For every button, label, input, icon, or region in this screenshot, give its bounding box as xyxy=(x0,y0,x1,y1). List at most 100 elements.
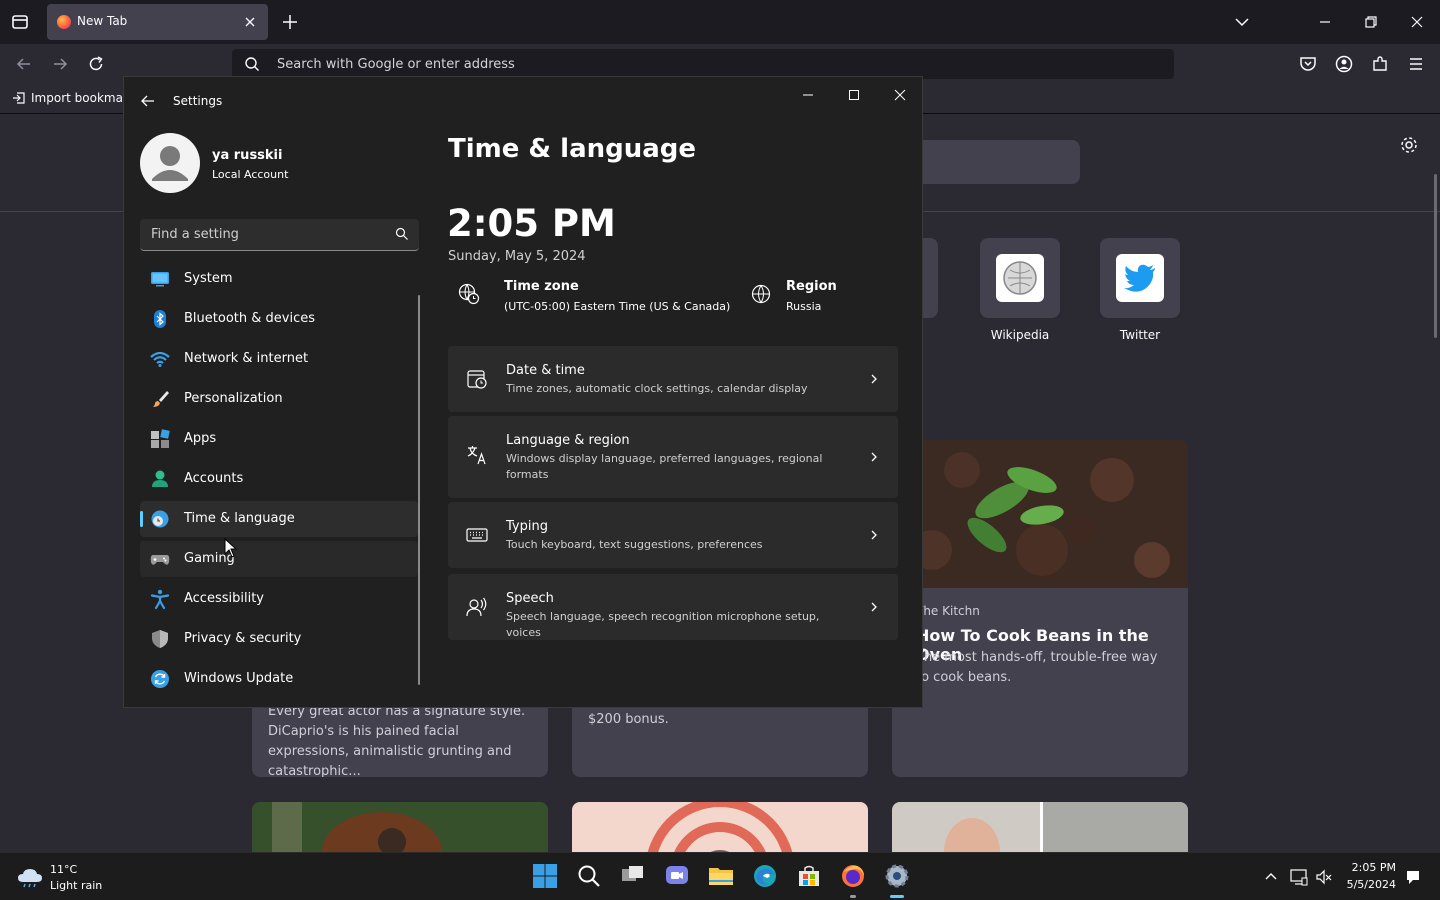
chat-icon[interactable] xyxy=(664,863,690,889)
extensions-icon[interactable] xyxy=(1370,54,1390,74)
story-card-orangutan[interactable] xyxy=(252,802,548,852)
weather-condition: Light rain xyxy=(50,879,103,892)
nav-item-accessibility[interactable]: Accessibility xyxy=(140,581,418,617)
browser-tab[interactable]: New Tab xyxy=(47,4,268,40)
nav-item-label: Time & language xyxy=(184,511,295,526)
find-setting-box[interactable] xyxy=(140,219,419,251)
shortcut-label: Twitter xyxy=(1119,328,1161,342)
gear-icon[interactable] xyxy=(1398,134,1420,156)
tab-list-chevron-icon[interactable] xyxy=(1230,10,1254,34)
ntp-search-box[interactable] xyxy=(900,140,1080,184)
time-zone-label: Time zone xyxy=(504,279,579,294)
region-value: Russia xyxy=(786,300,822,313)
notification-icon[interactable] xyxy=(1404,868,1422,886)
shield-icon xyxy=(152,630,168,648)
new-tab-icon[interactable] xyxy=(280,12,300,32)
forward-icon[interactable] xyxy=(50,54,70,74)
nav-item-bluetooth-devices[interactable]: Bluetooth & devices xyxy=(140,301,418,337)
close-icon[interactable] xyxy=(888,83,912,107)
taskbar-date[interactable]: 5/5/2024 xyxy=(1340,878,1396,891)
language-region-row[interactable]: Language & region Windows display langua… xyxy=(448,416,898,498)
user-profile[interactable]: ya russkii Local Account xyxy=(140,133,400,197)
story-source: The Kitchn xyxy=(916,604,980,618)
minimize-icon[interactable] xyxy=(1313,10,1337,34)
nav-item-apps[interactable]: Apps xyxy=(140,421,418,457)
network-icon[interactable] xyxy=(1290,868,1308,886)
settings-title-bar[interactable]: Settings xyxy=(124,77,922,125)
back-arrow-icon[interactable] xyxy=(138,91,158,111)
tab-title: New Tab xyxy=(77,14,128,28)
volume-muted-icon[interactable] xyxy=(1315,868,1333,886)
firefox-icon xyxy=(57,15,71,29)
settings-nav: System Bluetooth & devices Network & int… xyxy=(140,261,418,701)
task-view-icon[interactable] xyxy=(620,863,646,889)
nav-scrollbar[interactable] xyxy=(418,295,420,685)
tab-overview-icon[interactable] xyxy=(8,10,32,34)
time-zone-value: (UTC-05:00) Eastern Time (US & Canada) xyxy=(504,300,731,313)
person-icon xyxy=(152,146,188,181)
account-type: Local Account xyxy=(212,168,289,181)
browser-tab-bar: New Tab xyxy=(0,0,1440,44)
nav-item-time-language[interactable]: Time & language xyxy=(140,501,418,537)
globe-icon xyxy=(751,284,771,304)
nav-item-label: Accounts xyxy=(184,471,244,486)
find-setting-input[interactable] xyxy=(140,219,380,249)
nav-item-personalization[interactable]: Personalization xyxy=(140,381,418,417)
story-card-kitchn[interactable]: The Kitchn How To Cook Beans in the Oven… xyxy=(892,440,1188,777)
pocket-icon[interactable] xyxy=(1298,54,1318,74)
speech-icon xyxy=(466,597,487,617)
shortcut-twitter[interactable]: Twitter xyxy=(1100,238,1180,342)
import-icon xyxy=(13,92,25,104)
story-excerpt: Every great actor has a signature style.… xyxy=(268,704,526,777)
running-indicator xyxy=(850,895,856,898)
story-card-person[interactable] xyxy=(892,802,1188,852)
close-window-icon[interactable] xyxy=(1405,10,1429,34)
typing-row[interactable]: Typing Touch keyboard, text suggestions,… xyxy=(448,502,898,568)
rain-cloud-icon xyxy=(18,869,42,888)
shortcut-wikipedia[interactable]: Wikipedia xyxy=(980,238,1060,342)
region-label: Region xyxy=(786,279,837,294)
mouse-cursor-icon xyxy=(224,538,238,558)
nav-item-label: Privacy & security xyxy=(184,631,302,646)
file-explorer-icon[interactable] xyxy=(708,863,734,889)
nav-item-label: Accessibility xyxy=(184,591,264,606)
menu-icon[interactable] xyxy=(1406,54,1426,74)
date-time-row[interactable]: Date & time Time zones, automatic clock … xyxy=(448,346,898,412)
nav-item-system[interactable]: System xyxy=(140,261,418,297)
nav-item-gaming[interactable]: Gaming xyxy=(140,541,418,577)
speech-row[interactable]: Speech Speech language, speech recogniti… xyxy=(448,574,898,640)
accounts-icon xyxy=(152,470,168,487)
taskbar-time[interactable]: 2:05 PM xyxy=(1340,861,1396,874)
nav-item-accounts[interactable]: Accounts xyxy=(140,461,418,497)
firefox-icon[interactable] xyxy=(840,863,866,889)
search-icon[interactable] xyxy=(395,227,409,241)
nav-item-windows-update[interactable]: Windows Update xyxy=(140,661,418,697)
settings-gear-icon[interactable] xyxy=(884,863,910,889)
shortcut-tile xyxy=(980,238,1060,318)
account-icon[interactable] xyxy=(1334,54,1354,74)
minimize-icon[interactable] xyxy=(796,83,820,107)
reload-icon[interactable] xyxy=(86,54,106,74)
back-icon[interactable] xyxy=(14,54,34,74)
search-icon xyxy=(245,57,259,71)
restore-icon[interactable] xyxy=(1359,10,1383,34)
nav-item-network-internet[interactable]: Network & internet xyxy=(140,341,418,377)
chevron-up-icon[interactable] xyxy=(1262,868,1280,886)
edge-icon[interactable] xyxy=(752,863,778,889)
url-bar[interactable]: Search with Google or enter address xyxy=(232,49,1174,79)
store-icon[interactable] xyxy=(796,863,822,889)
row-description: Touch keyboard, text suggestions, prefer… xyxy=(506,538,763,551)
calendar-clock-icon xyxy=(467,370,487,389)
row-title: Language & region xyxy=(506,433,630,448)
nav-item-privacy-security[interactable]: Privacy & security xyxy=(140,621,418,657)
url-placeholder: Search with Google or enter address xyxy=(277,57,515,72)
start-icon[interactable] xyxy=(532,863,558,889)
page-scrollbar[interactable] xyxy=(1434,174,1437,338)
search-icon[interactable] xyxy=(576,863,602,889)
close-tab-icon[interactable] xyxy=(240,12,260,32)
person-image xyxy=(892,802,1188,852)
story-card-pattern[interactable] xyxy=(572,802,868,852)
maximize-icon[interactable] xyxy=(842,83,866,107)
current-date: Sunday, May 5, 2024 xyxy=(448,249,586,264)
row-description: Time zones, automatic clock settings, ca… xyxy=(506,382,808,395)
